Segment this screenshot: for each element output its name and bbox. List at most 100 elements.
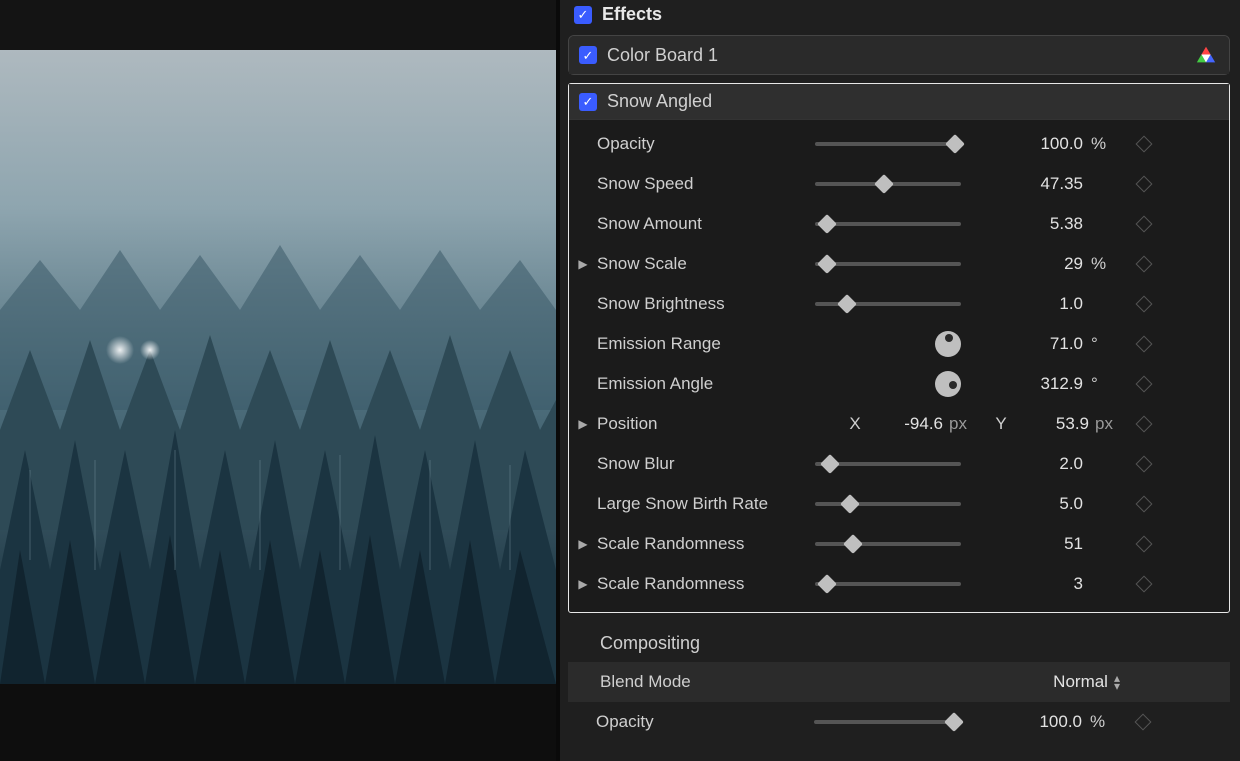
param-slider[interactable] <box>809 502 967 506</box>
position-x-label: X <box>845 414 865 434</box>
color-board-label: Color Board 1 <box>607 45 1185 66</box>
keyframe-diamond-icon[interactable] <box>1136 456 1153 473</box>
param-unit: % <box>1087 254 1123 274</box>
app-root: ✓ Effects ✓ Color Board 1 ✓ Snow Angled <box>0 0 1240 761</box>
snow-effect-panel: ✓ Snow Angled Opacity 100.0% Snow Speed 47.… <box>568 83 1230 613</box>
param-label: Snow Scale <box>597 254 809 274</box>
param-value[interactable]: 5.38 <box>967 214 1087 234</box>
compositing-opacity-label: Opacity <box>596 712 808 732</box>
disclosure-triangle-icon[interactable]: ▶ <box>569 417 597 431</box>
color-board-checkbox[interactable]: ✓ <box>579 46 597 64</box>
param-row: ▶PositionX-94.6pxY53.9px <box>569 404 1229 444</box>
param-label: Large Snow Birth Rate <box>597 494 809 514</box>
param-slider[interactable] <box>809 142 967 146</box>
param-label: Position <box>597 414 809 434</box>
param-slider[interactable] <box>809 542 967 546</box>
effects-container: ✓ Color Board 1 <box>568 35 1230 75</box>
preview-viewport[interactable] <box>0 50 556 684</box>
compositing-opacity-row: Opacity 100.0 % <box>568 702 1230 742</box>
snow-param-list: Opacity 100.0% Snow Speed 47.35 Snow Amount 5… <box>569 120 1229 612</box>
param-slider[interactable] <box>809 582 967 586</box>
color-board-effect-row[interactable]: ✓ Color Board 1 <box>569 36 1229 74</box>
keyframe-diamond-icon[interactable] <box>1136 416 1153 433</box>
param-label: Opacity <box>597 134 809 154</box>
select-stepper-icon: ▴▾ <box>1114 674 1120 691</box>
position-y-label: Y <box>991 414 1011 434</box>
param-value[interactable]: 2.0 <box>967 454 1087 474</box>
param-value[interactable]: 1.0 <box>967 294 1087 314</box>
effects-section-header: ✓ Effects <box>560 0 1240 35</box>
param-value[interactable]: 47.35 <box>967 174 1087 194</box>
param-row: Snow Brightness 1.0 <box>569 284 1229 324</box>
param-label: Snow Blur <box>597 454 809 474</box>
snow-effect-header[interactable]: ✓ Snow Angled <box>569 84 1229 120</box>
param-label: Emission Range <box>597 334 809 354</box>
param-unit: ° <box>1087 374 1123 394</box>
keyframe-diamond-icon[interactable] <box>1136 376 1153 393</box>
keyframe-diamond-icon[interactable] <box>1135 714 1152 731</box>
param-row: Snow Amount 5.38 <box>569 204 1229 244</box>
timeline-strip[interactable] <box>0 684 556 761</box>
compositing-section-title: Compositing <box>560 621 1240 662</box>
blend-mode-row: Blend Mode Normal ▴▾ <box>568 662 1230 702</box>
param-row: Large Snow Birth Rate 5.0 <box>569 484 1229 524</box>
param-dial[interactable] <box>809 331 967 357</box>
keyframe-diamond-icon[interactable] <box>1136 576 1153 593</box>
param-label: Snow Amount <box>597 214 809 234</box>
compositing-opacity-slider[interactable] <box>808 720 966 724</box>
param-row: Emission Range 71.0° <box>569 324 1229 364</box>
param-row: Snow Speed 47.35 <box>569 164 1229 204</box>
keyframe-diamond-icon[interactable] <box>1136 536 1153 553</box>
param-value[interactable]: 51 <box>967 534 1087 554</box>
param-label: Scale Randomness <box>597 534 809 554</box>
preview-top-padding <box>0 0 556 50</box>
position-value-group: X-94.6pxY53.9px <box>809 414 1123 434</box>
compositing-opacity-value[interactable]: 100.0 <box>966 712 1086 732</box>
inspector-pane: ✓ Effects ✓ Color Board 1 ✓ Snow Angled <box>560 0 1240 761</box>
disclosure-triangle-icon[interactable]: ▶ <box>569 577 597 591</box>
param-slider[interactable] <box>809 222 967 226</box>
keyframe-diamond-icon[interactable] <box>1136 136 1153 153</box>
param-slider[interactable] <box>809 182 967 186</box>
param-value[interactable]: 29 <box>967 254 1087 274</box>
param-value[interactable]: 5.0 <box>967 494 1087 514</box>
param-label: Emission Angle <box>597 374 809 394</box>
snow-effect-checkbox[interactable]: ✓ <box>579 93 597 111</box>
position-y-value[interactable]: 53.9 <box>1011 414 1089 434</box>
param-slider[interactable] <box>809 262 967 266</box>
blend-mode-select[interactable]: Normal ▴▾ <box>1053 672 1180 692</box>
param-slider[interactable] <box>809 302 967 306</box>
color-board-icon[interactable] <box>1195 44 1217 66</box>
param-value[interactable]: 312.9 <box>967 374 1087 394</box>
disclosure-triangle-icon[interactable]: ▶ <box>569 537 597 551</box>
snow-effect-label: Snow Angled <box>607 91 1217 112</box>
param-value[interactable]: 100.0 <box>967 134 1087 154</box>
position-x-value[interactable]: -94.6 <box>865 414 943 434</box>
keyframe-diamond-icon[interactable] <box>1136 336 1153 353</box>
keyframe-diamond-icon[interactable] <box>1136 176 1153 193</box>
param-row: ▶Scale Randomness 51 <box>569 524 1229 564</box>
effects-title: Effects <box>602 4 662 25</box>
disclosure-triangle-icon[interactable]: ▶ <box>569 257 597 271</box>
param-row: ▶Snow Scale 29% <box>569 244 1229 284</box>
param-row: ▶Scale Randomness 3 <box>569 564 1229 604</box>
param-unit: ° <box>1087 334 1123 354</box>
keyframe-diamond-icon[interactable] <box>1136 496 1153 513</box>
param-label: Snow Brightness <box>597 294 809 314</box>
param-value[interactable]: 3 <box>967 574 1087 594</box>
keyframe-diamond-icon[interactable] <box>1136 296 1153 313</box>
param-slider[interactable] <box>809 462 967 466</box>
position-y-unit: px <box>1089 414 1123 434</box>
param-unit: % <box>1087 134 1123 154</box>
keyframe-diamond-icon[interactable] <box>1136 216 1153 233</box>
effects-checkbox[interactable]: ✓ <box>574 6 592 24</box>
blend-mode-label: Blend Mode <box>568 672 1053 692</box>
preview-pane <box>0 0 556 761</box>
keyframe-diamond-icon[interactable] <box>1136 256 1153 273</box>
param-row: Emission Angle 312.9° <box>569 364 1229 404</box>
param-label: Snow Speed <box>597 174 809 194</box>
param-label: Scale Randomness <box>597 574 809 594</box>
compositing-opacity-unit: % <box>1086 712 1122 732</box>
param-dial[interactable] <box>809 371 967 397</box>
param-value[interactable]: 71.0 <box>967 334 1087 354</box>
